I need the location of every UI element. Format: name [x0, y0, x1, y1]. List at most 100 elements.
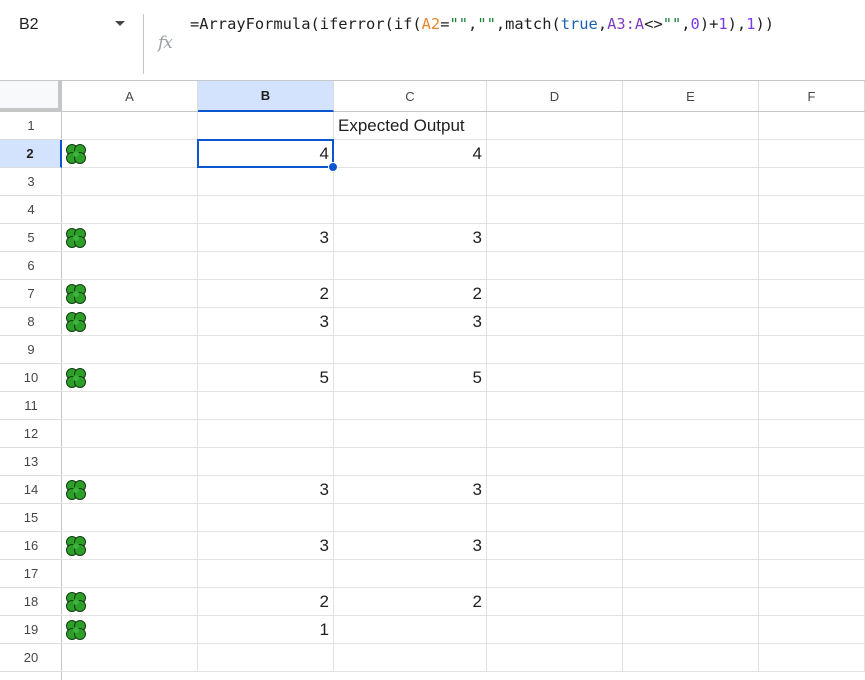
cell-e10[interactable] — [623, 364, 759, 392]
cell-e13[interactable] — [623, 448, 759, 476]
cell-a6[interactable] — [62, 252, 198, 280]
cell-c15[interactable] — [334, 504, 487, 532]
cell-e16[interactable] — [623, 532, 759, 560]
cell-a7[interactable] — [62, 280, 198, 308]
cell-c17[interactable] — [334, 560, 487, 588]
cell-d13[interactable] — [487, 448, 623, 476]
cell-e8[interactable] — [623, 308, 759, 336]
cell-e14[interactable] — [623, 476, 759, 504]
cell-e15[interactable] — [623, 504, 759, 532]
cell-d11[interactable] — [487, 392, 623, 420]
cell-b17[interactable] — [198, 560, 334, 588]
cell-f20[interactable] — [759, 644, 865, 672]
cell-d9[interactable] — [487, 336, 623, 364]
cell-f14[interactable] — [759, 476, 865, 504]
cell-c10[interactable]: 5 — [334, 364, 487, 392]
cell-c7[interactable]: 2 — [334, 280, 487, 308]
cell-d7[interactable] — [487, 280, 623, 308]
row-header-15[interactable]: 15 — [0, 504, 62, 532]
cell-c2[interactable]: 4 — [334, 140, 487, 168]
cell-e12[interactable] — [623, 420, 759, 448]
row-header-18[interactable]: 18 — [0, 588, 62, 616]
cell-a11[interactable] — [62, 392, 198, 420]
cell-b3[interactable] — [198, 168, 334, 196]
cell-d4[interactable] — [487, 196, 623, 224]
cell-f7[interactable] — [759, 280, 865, 308]
cell-d16[interactable] — [487, 532, 623, 560]
name-box[interactable]: B2 — [0, 0, 140, 50]
cell-b8[interactable]: 3 — [198, 308, 334, 336]
cell-f11[interactable] — [759, 392, 865, 420]
cell-c11[interactable] — [334, 392, 487, 420]
cell-e19[interactable] — [623, 616, 759, 644]
cell-d10[interactable] — [487, 364, 623, 392]
cell-f19[interactable] — [759, 616, 865, 644]
cell-f16[interactable] — [759, 532, 865, 560]
cell-f1[interactable] — [759, 112, 865, 140]
cell-c5[interactable]: 3 — [334, 224, 487, 252]
cell-a4[interactable] — [62, 196, 198, 224]
cell-b2[interactable]: 4 — [198, 140, 334, 168]
sheet-grid[interactable]: Expected Output 4 4 3 3 2 2 3 3 5 5 3 3 3 3 2 2 1 — [62, 112, 865, 680]
row-header-8[interactable]: 8 — [0, 308, 62, 336]
cell-e1[interactable] — [623, 112, 759, 140]
column-header-d[interactable]: D — [487, 81, 623, 111]
row-header-19[interactable]: 19 — [0, 616, 62, 644]
select-all-button[interactable] — [0, 81, 62, 111]
name-box-dropdown-icon[interactable] — [115, 21, 125, 26]
cell-a2[interactable] — [62, 140, 198, 168]
cell-f4[interactable] — [759, 196, 865, 224]
cell-a10[interactable] — [62, 364, 198, 392]
cell-a3[interactable] — [62, 168, 198, 196]
cell-c3[interactable] — [334, 168, 487, 196]
cell-e4[interactable] — [623, 196, 759, 224]
cell-c13[interactable] — [334, 448, 487, 476]
row-header-1[interactable]: 1 — [0, 112, 62, 140]
cell-c14[interactable]: 3 — [334, 476, 487, 504]
cell-d20[interactable] — [487, 644, 623, 672]
cell-b11[interactable] — [198, 392, 334, 420]
cell-b15[interactable] — [198, 504, 334, 532]
cell-d3[interactable] — [487, 168, 623, 196]
cell-a19[interactable] — [62, 616, 198, 644]
row-header-3[interactable]: 3 — [0, 168, 62, 196]
cell-c8[interactable]: 3 — [334, 308, 487, 336]
cell-e20[interactable] — [623, 644, 759, 672]
cell-f6[interactable] — [759, 252, 865, 280]
cell-a14[interactable] — [62, 476, 198, 504]
cell-e6[interactable] — [623, 252, 759, 280]
cell-b14[interactable]: 3 — [198, 476, 334, 504]
cell-e11[interactable] — [623, 392, 759, 420]
cell-c1[interactable]: Expected Output — [334, 112, 487, 140]
cell-f2[interactable] — [759, 140, 865, 168]
cell-b6[interactable] — [198, 252, 334, 280]
cell-a17[interactable] — [62, 560, 198, 588]
cell-b19[interactable]: 1 — [198, 616, 334, 644]
row-header-11[interactable]: 11 — [0, 392, 62, 420]
cell-b7[interactable]: 2 — [198, 280, 334, 308]
cell-b20[interactable] — [198, 644, 334, 672]
cell-f13[interactable] — [759, 448, 865, 476]
cell-d2[interactable] — [487, 140, 623, 168]
cell-a5[interactable] — [62, 224, 198, 252]
column-header-c[interactable]: C — [334, 81, 487, 111]
row-header-17[interactable]: 17 — [0, 560, 62, 588]
column-header-a[interactable]: A — [62, 81, 198, 111]
cell-b18[interactable]: 2 — [198, 588, 334, 616]
fill-handle[interactable] — [328, 162, 338, 172]
cell-b4[interactable] — [198, 196, 334, 224]
cell-b1[interactable] — [198, 112, 334, 140]
cell-e7[interactable] — [623, 280, 759, 308]
cell-e17[interactable] — [623, 560, 759, 588]
row-header-10[interactable]: 10 — [0, 364, 62, 392]
cell-d8[interactable] — [487, 308, 623, 336]
cell-c18[interactable]: 2 — [334, 588, 487, 616]
cell-a16[interactable] — [62, 532, 198, 560]
cell-f5[interactable] — [759, 224, 865, 252]
cell-d5[interactable] — [487, 224, 623, 252]
cell-f18[interactable] — [759, 588, 865, 616]
cell-b9[interactable] — [198, 336, 334, 364]
row-header-5[interactable]: 5 — [0, 224, 62, 252]
row-header-12[interactable]: 12 — [0, 420, 62, 448]
cell-d15[interactable] — [487, 504, 623, 532]
